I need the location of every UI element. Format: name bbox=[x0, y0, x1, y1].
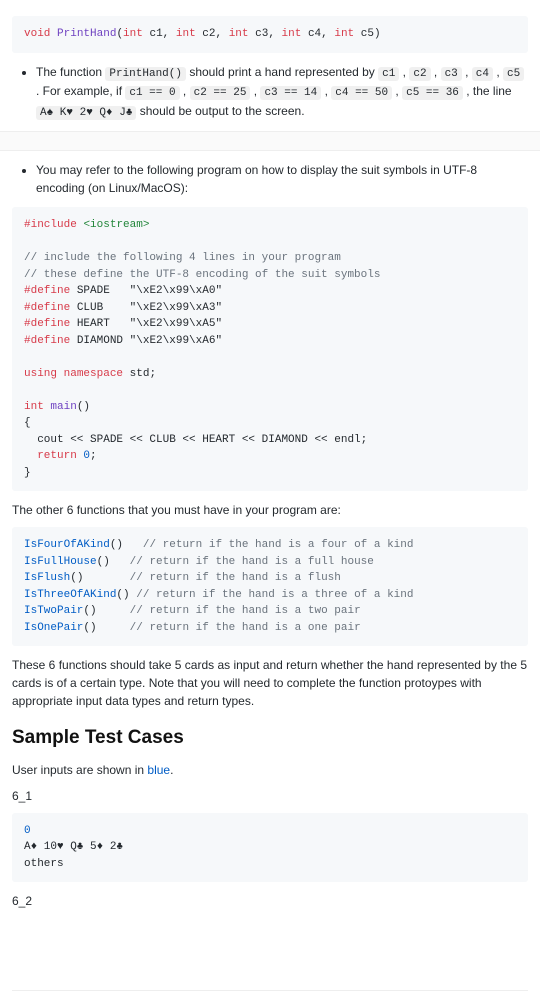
bullet-printhand-desc: The function PrintHand() should print a … bbox=[36, 63, 528, 122]
tc-label-6-1: 6_1 bbox=[12, 787, 528, 805]
code-utf8-program: #include <iostream> // include the follo… bbox=[12, 207, 528, 491]
heading-sample-test-cases: Sample Test Cases bbox=[12, 724, 528, 753]
code-printhand-call: PrintHand() bbox=[105, 67, 186, 81]
func-name: PrintHand bbox=[57, 28, 116, 40]
tc-label-6-2: 6_2 bbox=[12, 892, 528, 910]
code-six-funcs: IsFourOfAKind() // return if the hand is… bbox=[12, 527, 528, 646]
bullet-utf8-ref: You may refer to the following program o… bbox=[36, 161, 528, 197]
sample-hand: A♠ K♥ 2♥ Q♦ J♣ bbox=[36, 106, 136, 120]
para-other-6: The other 6 functions that you must have… bbox=[12, 501, 528, 519]
para-user-inputs-blue: User inputs are shown in blue. bbox=[12, 761, 528, 779]
bottom-divider bbox=[12, 990, 528, 991]
code-printhand-sig: void PrintHand(int c1, int c2, int c3, i… bbox=[12, 16, 528, 53]
bullet-list-1: The function PrintHand() should print a … bbox=[12, 63, 528, 122]
bullet-list-2: You may refer to the following program o… bbox=[12, 161, 528, 197]
keyword-void: void bbox=[24, 28, 50, 40]
tc-box-6-1: 0 A♦ 10♥ Q♣ 5♦ 2♣ others bbox=[12, 813, 528, 883]
user-input: 0 bbox=[24, 825, 31, 837]
para-6-desc: These 6 functions should take 5 cards as… bbox=[12, 656, 528, 710]
section-divider bbox=[0, 131, 540, 151]
